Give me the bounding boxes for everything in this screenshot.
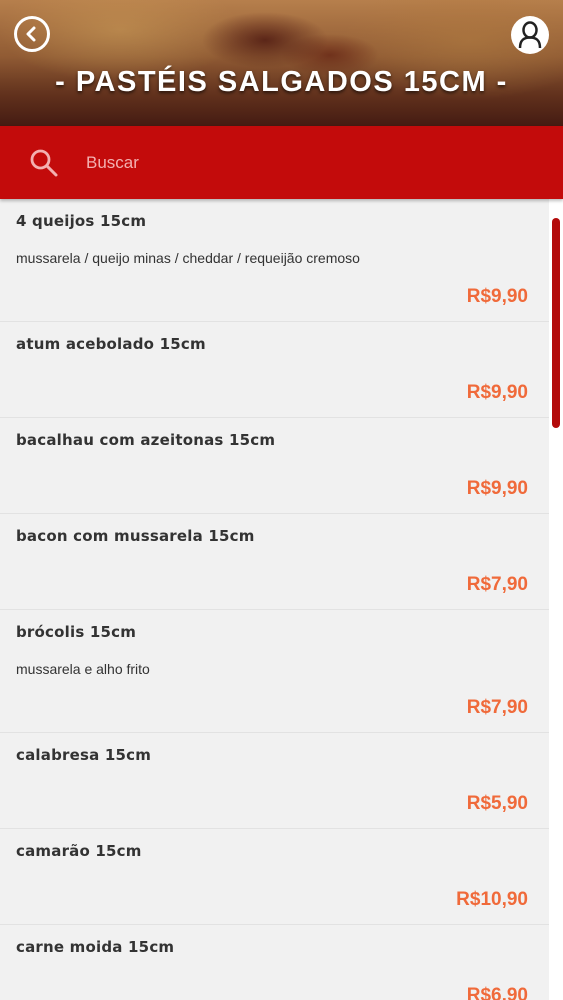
back-button[interactable] — [14, 16, 50, 52]
app: - PASTÉIS SALGADOS 15CM - 4 queijos 15cm… — [0, 0, 563, 1000]
item-description: mussarela e alho frito — [16, 661, 150, 677]
chevron-left-icon — [26, 26, 36, 42]
list-item[interactable]: atum acebolado 15cm R$9,90 — [0, 322, 549, 418]
item-price: R$10,90 — [456, 889, 528, 910]
scrollbar-track[interactable] — [549, 199, 563, 1000]
item-price: R$9,90 — [466, 478, 528, 499]
item-name: calabresa 15cm — [16, 746, 152, 764]
list-item[interactable]: calabresa 15cm R$5,90 — [0, 733, 549, 829]
list-item[interactable]: bacalhau com azeitonas 15cm R$9,90 — [0, 418, 549, 514]
item-name: brócolis 15cm — [16, 623, 137, 641]
list-item[interactable]: bacon com mussarela 15cm R$7,90 — [0, 514, 549, 610]
item-price: R$9,90 — [466, 382, 528, 403]
list-item[interactable]: brócolis 15cm mussarela e alho frito R$7… — [0, 610, 549, 733]
item-name: 4 queijos 15cm — [16, 212, 147, 230]
header-banner: - PASTÉIS SALGADOS 15CM - — [0, 0, 563, 126]
item-name: camarão 15cm — [16, 842, 142, 860]
list-item[interactable]: carne moida 15cm R$6,90 — [0, 925, 549, 1000]
item-name: carne moida 15cm — [16, 938, 175, 956]
user-icon — [518, 21, 542, 49]
item-name: bacon com mussarela 15cm — [16, 527, 255, 545]
list-item[interactable]: 4 queijos 15cm mussarela / queijo minas … — [0, 199, 549, 322]
item-price: R$7,90 — [466, 697, 528, 718]
profile-button[interactable] — [511, 16, 549, 54]
item-name: bacalhau com azeitonas 15cm — [16, 431, 276, 449]
page-title: - PASTÉIS SALGADOS 15CM - — [55, 66, 508, 98]
item-price: R$5,90 — [466, 793, 528, 814]
search-input[interactable] — [82, 146, 530, 180]
item-price: R$6,90 — [466, 985, 528, 1000]
item-description: mussarela / queijo minas / cheddar / req… — [16, 250, 360, 266]
item-price: R$7,90 — [466, 574, 528, 595]
list-item[interactable]: camarão 15cm R$10,90 — [0, 829, 549, 925]
product-list: 4 queijos 15cm mussarela / queijo minas … — [0, 199, 549, 1000]
scrollbar-thumb[interactable] — [552, 218, 560, 428]
search-bar — [0, 126, 563, 199]
item-name: atum acebolado 15cm — [16, 335, 206, 353]
search-icon[interactable] — [29, 148, 59, 178]
item-price: R$9,90 — [466, 286, 528, 307]
